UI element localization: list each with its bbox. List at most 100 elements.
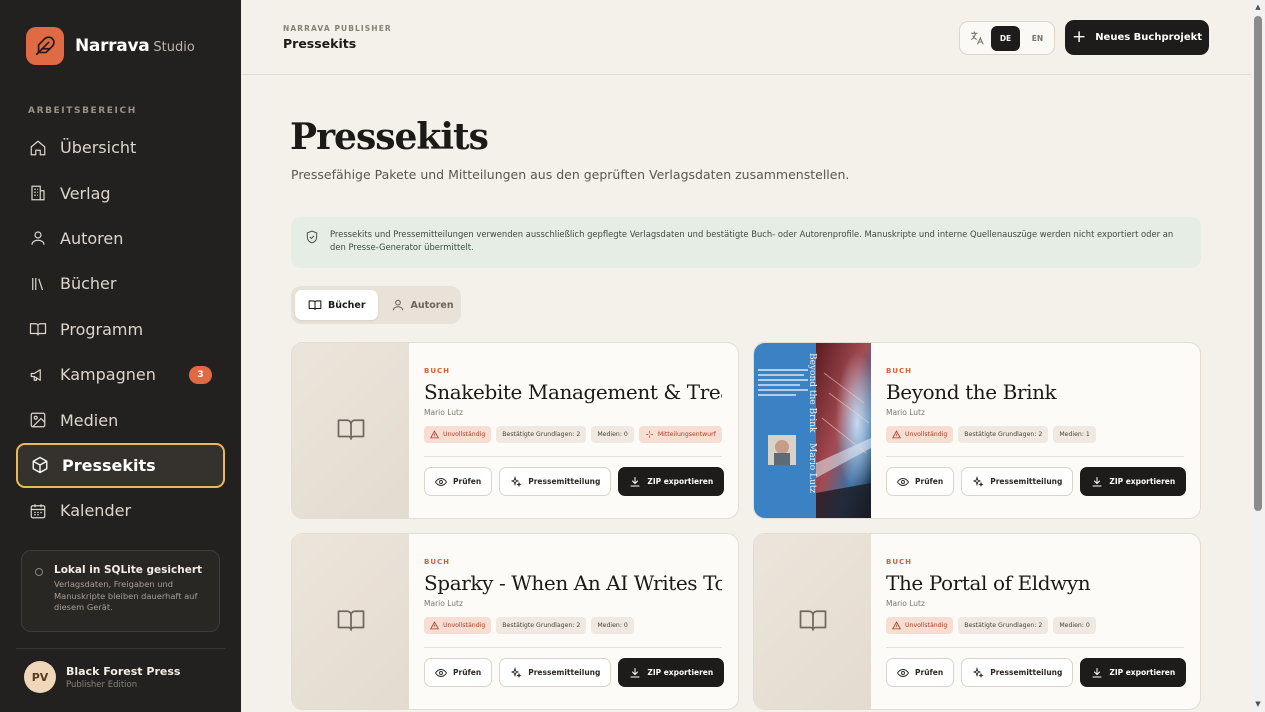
cover-spine-title: Beyond the Brink [807,353,817,433]
package-icon [31,456,49,474]
calendar-icon [29,502,47,520]
status-badge: Unvollständig [424,617,492,634]
book-title: Snakebite Management & Treat... [424,380,722,404]
card-kicker: BUCH [424,367,451,375]
brand[interactable]: Narrava Studio [26,27,195,65]
lang-de-button[interactable]: DE [991,25,1020,51]
brand-name: Narrava [75,36,150,56]
book-title: The Portal of Eldwyn [886,571,1091,595]
lang-en-button[interactable]: EN [1023,26,1052,51]
book-author: Mario Lutz [424,599,463,608]
book-cover-image: Beyond the Brink Mario Lutz [754,343,871,518]
new-book-project-button[interactable]: + Neues Buchprojekt [1065,20,1209,55]
sidebar-item-kampagnen[interactable]: Kampagnen 3 [16,352,225,397]
cover-placeholder [292,534,409,709]
book-author: Mario Lutz [886,599,925,608]
press-release-button[interactable]: Pressemitteilung [499,467,612,496]
status-badge: Unvollständig [886,426,954,443]
sparkle-icon [972,666,984,679]
sparkle-icon [510,475,522,488]
top-header: NARRAVA PUBLISHER Pressekits DE EN + Neu… [241,0,1251,75]
section-label: ARBEITSBEREICH [28,106,137,116]
sidebar: Narrava Studio ARBEITSBEREICH Übersicht … [0,0,241,712]
sparkle-icon [510,666,522,679]
foundations-badge: Bestätigte Grundlagen: 2 [496,426,587,443]
press-release-button[interactable]: Pressemitteilung [961,658,1074,687]
header-kicker: NARRAVA PUBLISHER [283,24,392,33]
image-icon [29,411,47,429]
page-scrollbar[interactable]: ▲ ▼ [1251,0,1265,712]
press-release-button[interactable]: Pressemitteilung [961,467,1074,496]
scroll-down-arrow-icon[interactable]: ▼ [1254,700,1262,708]
campaign-count-badge: 3 [189,365,212,384]
book-author: Mario Lutz [424,408,463,417]
user-profile[interactable]: PV Black Forest Press Publisher Edition [24,661,180,693]
tab-authors[interactable]: Autoren [378,290,466,320]
view-toggle: Bücher Autoren [291,286,461,324]
sidebar-item-buecher[interactable]: Bücher [16,261,225,306]
sidebar-item-uebersicht[interactable]: Übersicht [16,125,225,170]
sidebar-item-kalender[interactable]: Kalender [16,488,225,533]
sidebar-item-medien[interactable]: Medien [16,397,225,442]
check-button[interactable]: Prüfen [886,467,955,496]
cover-spine-author: Mario Lutz [807,443,817,493]
brand-suffix: Studio [153,39,195,55]
download-icon [1091,667,1103,679]
sidebar-nav: Übersicht Verlag Autoren Bücher Programm… [16,125,225,534]
sidebar-item-label: Programm [60,319,144,339]
warning-icon [430,621,439,630]
open-book-icon [798,605,828,639]
check-button[interactable]: Prüfen [424,467,493,496]
sidebar-item-autoren[interactable]: Autoren [16,216,225,261]
download-icon [1091,476,1103,488]
book-title: Beyond the Brink [886,380,1057,404]
media-count-badge: Medien: 0 [591,617,634,634]
page-title: Pressekits [290,116,489,158]
user-icon [29,229,47,247]
open-book-icon [29,320,47,338]
eye-icon [435,476,447,488]
building-icon [29,184,47,202]
scroll-thumb[interactable] [1254,16,1262,511]
shield-check-icon [305,230,319,248]
sidebar-item-programm[interactable]: Programm [16,307,225,352]
open-book-icon [308,298,322,312]
cover-placeholder [292,343,409,518]
user-name: Black Forest Press [66,664,181,678]
eye-icon [435,667,447,679]
card-kicker: BUCH [424,558,451,566]
scroll-up-arrow-icon[interactable]: ▲ [1254,3,1262,11]
zip-export-button[interactable]: ZIP exportieren [618,658,725,687]
media-count-badge: Medien: 1 [1053,426,1096,443]
download-icon [629,476,641,488]
download-icon [629,667,641,679]
status-badge: Unvollständig [424,426,492,443]
warning-icon [430,430,439,439]
sidebar-item-label: Kalender [60,501,132,521]
avatar: PV [24,661,56,693]
megaphone-icon [29,366,47,384]
check-button[interactable]: Prüfen [424,658,493,687]
tab-authors-label: Autoren [410,299,454,311]
presskit-card: Beyond the Brink Mario Lutz BUCH Beyond … [753,342,1201,519]
foundations-badge: Bestätigte Grundlagen: 2 [958,426,1049,443]
press-release-button[interactable]: Pressemitteilung [499,658,612,687]
open-book-icon [336,414,366,448]
sidebar-item-label: Autoren [60,228,124,248]
sidebar-item-pressekits[interactable]: Pressekits [16,442,225,489]
foundations-badge: Bestätigte Grundlagen: 2 [496,617,587,634]
check-button[interactable]: Prüfen [886,658,955,687]
user-edition: Publisher Edition [66,679,138,690]
zip-export-button[interactable]: ZIP exportieren [1080,658,1187,687]
sparkle-icon [972,475,984,488]
zip-export-button[interactable]: ZIP exportieren [1080,467,1187,496]
eye-icon [897,476,909,488]
divider [16,648,225,649]
tab-books[interactable]: Bücher [295,290,378,320]
sidebar-item-verlag[interactable]: Verlag [16,170,225,215]
storage-text: Verlagsdaten, Freigaben und Manuskripte … [54,579,198,613]
zip-export-button[interactable]: ZIP exportieren [618,467,725,496]
draft-badge: Mitteilungsentwurf [638,426,722,443]
storage-info-panel: Lokal in SQLite gesichert Verlagsdaten, … [21,550,220,632]
media-count-badge: Medien: 0 [1053,617,1096,634]
